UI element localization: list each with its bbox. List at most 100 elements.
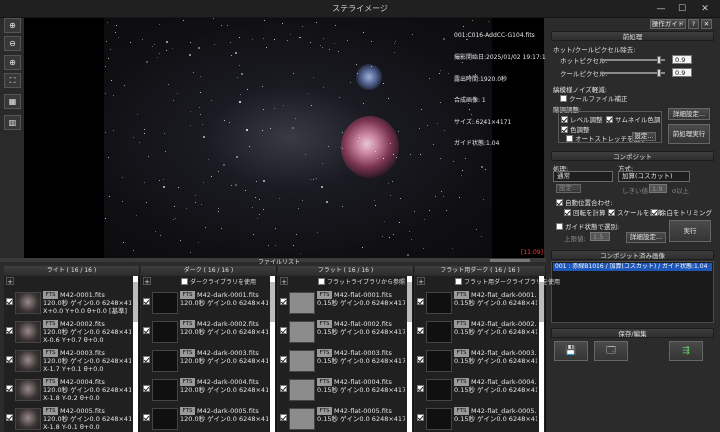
scrollbar-thumb[interactable] <box>133 282 138 322</box>
image-viewer[interactable]: 001:C016-AddCC-G104.fits 撮影開始日:2025/01/0… <box>24 18 549 258</box>
flatdarks-library-checkbox[interactable]: フラット用ダークライブラリを使用 <box>455 277 560 286</box>
flatdarks-column[interactable]: + フラット用ダークライブラリを使用 FTSM42-flat_dark-0001.f… <box>415 276 560 432</box>
composited-images-list[interactable]: 001 : 赤緑B1016 / 加算(コスカット) / ガイド状態:1.04 <box>551 261 714 323</box>
method-select[interactable]: 加算(コスカット) <box>618 171 690 182</box>
filelist-slider[interactable] <box>490 259 530 262</box>
scrollbar-thumb[interactable] <box>407 282 412 322</box>
guide-weight-checkbox[interactable]: ガイド状態で選別: <box>556 221 619 231</box>
scrollbar-thumb[interactable] <box>539 282 544 322</box>
save-icon[interactable]: 💾 <box>554 341 588 361</box>
file-checkbox[interactable] <box>280 385 287 392</box>
cold-pixel-input[interactable]: 0.9 <box>672 68 692 77</box>
process-select[interactable]: 通常 <box>553 171 613 182</box>
composite-detail-button[interactable]: 詳細設定... <box>626 232 666 243</box>
checkbox[interactable] <box>564 209 571 216</box>
checkbox[interactable] <box>318 278 325 285</box>
tone-settings-button[interactable]: 設定... <box>632 132 656 141</box>
file-row[interactable]: FTSM42-flat_dark-0002.fits0.15秒 ゲイン0.0 6… <box>415 317 537 345</box>
add-file-button[interactable]: + <box>6 277 14 286</box>
file-row[interactable]: FTS M42-dark-0003.fits 120.0秒 ゲイン0.0 6248×… <box>141 346 268 374</box>
file-checkbox[interactable] <box>143 356 150 363</box>
composited-image-item[interactable]: 001 : 赤緑B1016 / 加算(コスカット) / ガイド状態:1.04 <box>553 263 712 271</box>
flats-column[interactable]: + フラットライブラリから参照 FTS M42-flat-0001.fits 0.15秒… <box>278 276 414 432</box>
scrollbar[interactable] <box>407 276 412 432</box>
grid-icon[interactable]: ▦ <box>4 94 21 109</box>
upper-limit-input[interactable]: 1.5 <box>590 232 610 241</box>
checkbox[interactable] <box>181 278 188 285</box>
file-row[interactable]: FTS M42-dark-0004.fits 120.0秒 ゲイン0.0 6248×… <box>141 375 268 403</box>
hot-pixel-slider[interactable] <box>600 59 665 61</box>
darks-column[interactable]: + ダークライブラリを使用 FTS M42-dark-0001.fits 120.0秒 … <box>141 276 277 432</box>
checkbox[interactable] <box>455 278 462 285</box>
cool-file-checkbox[interactable]: クールファイル補正 <box>560 93 628 103</box>
file-checkbox[interactable] <box>6 327 13 334</box>
rotate-checkbox[interactable]: 回転を計算 <box>564 207 606 217</box>
file-checkbox[interactable] <box>143 298 150 305</box>
file-checkbox[interactable] <box>6 385 13 392</box>
add-file-button[interactable]: + <box>280 277 288 286</box>
file-row[interactable]: FTSM42-flat_dark-0001.fits0.15秒 ゲイン0.0 6… <box>415 288 537 316</box>
scrollbar[interactable] <box>133 276 138 432</box>
file-row[interactable]: FTS M42-0005.fits 120.0秒 ゲイン0.0 6248×417 X-… <box>4 404 131 432</box>
checkbox[interactable] <box>556 223 563 230</box>
file-row[interactable]: FTS M42-flat-0002.fits 0.15秒 ゲイン0.0 6248×4… <box>278 317 405 345</box>
checkbox[interactable] <box>566 135 573 142</box>
cold-pixel-slider-knob[interactable] <box>657 69 661 77</box>
file-row[interactable]: FTSM42-flat_dark-0005.fits0.15秒 ゲイン0.0 6… <box>415 404 537 432</box>
add-file-button[interactable]: + <box>417 277 425 286</box>
add-file-button[interactable]: + <box>143 277 151 286</box>
darks-library-checkbox[interactable]: ダークライブラリを使用 <box>181 277 256 286</box>
file-checkbox[interactable] <box>143 414 150 421</box>
cold-pixel-slider[interactable] <box>600 72 665 74</box>
file-row[interactable]: FTS M42-0001.fits 120.0秒 ゲイン0.0 6248×417 X+… <box>4 288 131 316</box>
composite-run-button[interactable]: 実行 <box>669 220 711 242</box>
operation-guide-button[interactable]: 操作ガイド <box>650 19 686 29</box>
file-checkbox[interactable] <box>143 385 150 392</box>
checkbox[interactable] <box>560 95 567 102</box>
file-checkbox[interactable] <box>417 385 424 392</box>
file-row[interactable]: FTSM42-flat_dark-0003.fits0.15秒 ゲイン0.0 6… <box>415 346 537 374</box>
checkbox[interactable] <box>561 126 568 133</box>
level-adjust-checkbox[interactable]: レベル調整 <box>561 114 603 124</box>
file-row[interactable]: FTS M42-dark-0002.fits 120.0秒 ゲイン0.0 6248×… <box>141 317 268 345</box>
hot-pixel-input[interactable]: 0.9 <box>672 55 692 64</box>
scrollbar[interactable] <box>270 276 275 432</box>
file-row[interactable]: FTS M42-0004.fits 120.0秒 ゲイン0.0 6248×417 X-… <box>4 375 131 403</box>
file-row[interactable]: FTS M42-dark-0001.fits 120.0秒 ゲイン0.0 6248×… <box>141 288 268 316</box>
file-checkbox[interactable] <box>280 327 287 334</box>
fullscreen-icon[interactable]: ⛶ <box>4 73 21 88</box>
close-panel-button[interactable]: ✕ <box>701 19 712 29</box>
file-row[interactable]: FTSM42-flat_dark-0004.fits0.15秒 ゲイン0.0 6… <box>415 375 537 403</box>
window-icon[interactable]: 🗔 <box>594 341 628 361</box>
file-checkbox[interactable] <box>280 356 287 363</box>
file-row[interactable]: FTS M42-flat-0003.fits 0.15秒 ゲイン0.0 6248×4… <box>278 346 405 374</box>
file-checkbox[interactable] <box>6 414 13 421</box>
help-button[interactable]: ? <box>688 19 699 29</box>
file-checkbox[interactable] <box>417 356 424 363</box>
flats-library-checkbox[interactable]: フラットライブラリから参照 <box>318 277 405 286</box>
file-checkbox[interactable] <box>417 414 424 421</box>
auto-align-checkbox[interactable]: 自動位置合わせ: <box>556 197 613 207</box>
scrollbar-thumb[interactable] <box>270 282 275 322</box>
file-checkbox[interactable] <box>143 327 150 334</box>
threshold-input[interactable]: 1.9 <box>649 184 667 193</box>
composite-settings-button[interactable]: 設定... <box>556 184 581 193</box>
file-row[interactable]: FTS M42-flat-0004.fits 0.15秒 ゲイン0.0 6248×4… <box>278 375 405 403</box>
scrollbar[interactable] <box>539 276 544 432</box>
hot-pixel-slider-knob[interactable] <box>657 56 661 64</box>
checkbox[interactable] <box>608 209 615 216</box>
checkbox[interactable] <box>561 116 568 123</box>
file-row[interactable]: FTS M42-flat-0001.fits 0.15秒 ゲイン0.0 6248×4… <box>278 288 405 316</box>
file-row[interactable]: FTS M42-0003.fits 120.0秒 ゲイン0.0 6248×417 X-… <box>4 346 131 374</box>
file-checkbox[interactable] <box>280 414 287 421</box>
trim-checkbox[interactable]: 余白をトリミング <box>651 207 712 217</box>
checkbox[interactable] <box>651 209 658 216</box>
split-view-icon[interactable]: ▥ <box>4 115 21 130</box>
file-row[interactable]: FTS M42-flat-0005.fits 0.15秒 ゲイン0.0 6248×4… <box>278 404 405 432</box>
zoom-in-icon[interactable]: ⊕ <box>4 18 21 33</box>
file-checkbox[interactable] <box>6 298 13 305</box>
thumb-color-checkbox[interactable]: サムネイル色調 <box>606 114 660 124</box>
lights-column[interactable]: + FTS M42-0001.fits 120.0秒 ゲイン0.0 6248×417 X… <box>4 276 140 432</box>
maximize-button[interactable]: ☐ <box>673 3 691 15</box>
preprocess-detail-button[interactable]: 詳細設定... <box>668 108 710 120</box>
